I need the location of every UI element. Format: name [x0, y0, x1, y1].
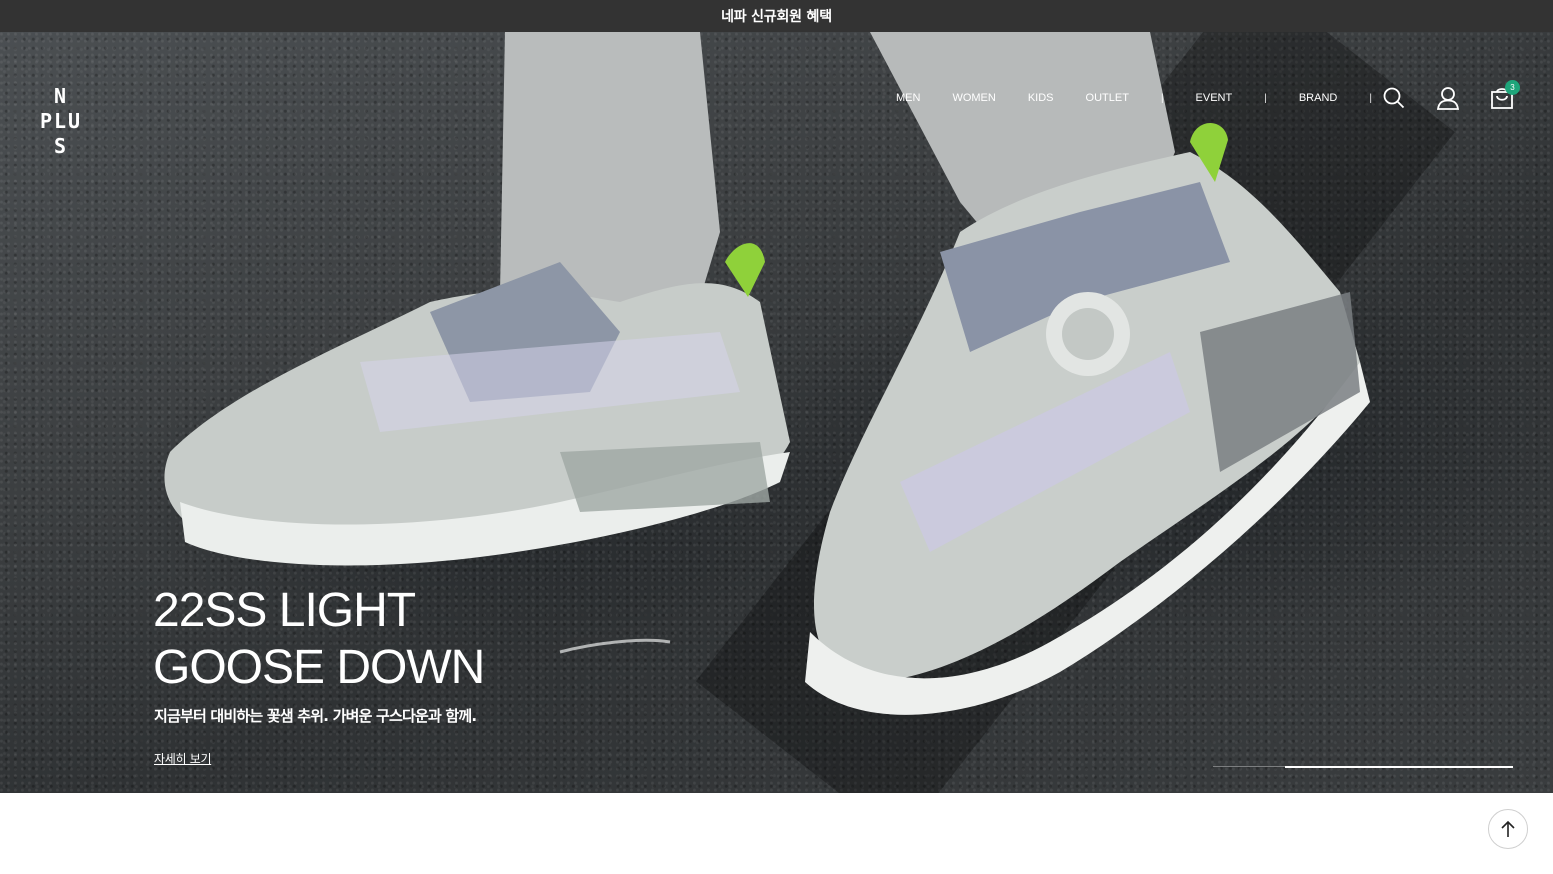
- nav-item-brand[interactable]: BRAND: [1283, 92, 1354, 104]
- header-icons: 3: [1378, 80, 1520, 114]
- account-button[interactable]: [1432, 82, 1464, 114]
- hero-headline: 22SS LIGHT GOOSE DOWN: [153, 582, 485, 696]
- nav-item-outlet[interactable]: OUTLET: [1070, 92, 1145, 104]
- search-icon: [1383, 87, 1405, 109]
- search-button[interactable]: [1378, 82, 1410, 114]
- brand-logo[interactable]: N PLU S: [36, 84, 86, 159]
- cart-button[interactable]: 3: [1486, 80, 1520, 114]
- promo-banner-text: 네파 신규회원 혜택: [721, 9, 832, 25]
- nav-item-kids[interactable]: KIDS: [1012, 92, 1070, 104]
- nav-separator: |: [1264, 92, 1267, 104]
- logo-line-2: PLU: [39, 109, 83, 133]
- arrow-up-icon: [1501, 820, 1515, 837]
- hero-subtitle: 지금부터 대비하는 꽃샘 추위. 가벼운 구스다운과 함께.: [154, 707, 477, 725]
- slide-progress-fill: [1285, 765, 1513, 768]
- nav-item-men[interactable]: MEN: [880, 92, 936, 104]
- hero-banner: N PLU S MEN WOMEN KIDS OUTLET | EVENT | …: [0, 32, 1553, 793]
- hero-headline-line-1: 22SS LIGHT: [153, 584, 416, 637]
- user-icon: [1436, 87, 1460, 110]
- cart-count-badge: 3: [1505, 80, 1520, 95]
- logo-line-3: S: [53, 134, 69, 158]
- nav-item-event[interactable]: EVENT: [1180, 92, 1249, 104]
- logo-line-1: N: [53, 84, 69, 108]
- nav-separator: |: [1160, 92, 1164, 104]
- main-nav: MEN WOMEN KIDS OUTLET | EVENT | BRAND |: [880, 90, 1388, 106]
- nav-item-women[interactable]: WOMEN: [936, 92, 1011, 104]
- hero-headline-line-2: GOOSE DOWN: [153, 641, 485, 694]
- view-more-link[interactable]: 자세히 보기: [154, 750, 212, 767]
- scroll-to-top-button[interactable]: [1488, 809, 1528, 849]
- promo-banner[interactable]: 네파 신규회원 혜택: [0, 0, 1553, 32]
- slide-progress-bar: [1213, 765, 1513, 768]
